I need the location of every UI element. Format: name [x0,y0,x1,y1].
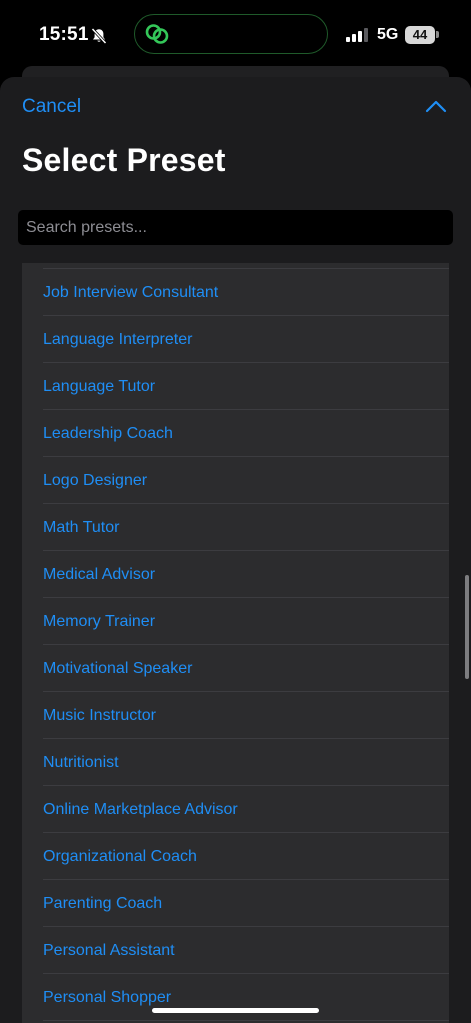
preset-label: Motivational Speaker [43,660,193,677]
list-item[interactable]: Personal Assistant [22,927,449,974]
list-item[interactable]: Personal Shopper [22,974,449,1021]
preset-label: Language Interpreter [43,331,193,348]
preset-label: Logo Designer [43,472,148,489]
list-item[interactable]: Leadership Coach [22,410,449,457]
list-item[interactable]: Memory Trainer [22,598,449,645]
list-item[interactable]: Logo Designer [22,457,449,504]
list-item[interactable]: Parenting Coach [22,880,449,927]
list-item[interactable]: Language Tutor [22,363,449,410]
list-item[interactable]: Organizational Coach [22,833,449,880]
list-item[interactable]: Online Marketplace Advisor [22,786,449,833]
preset-label: Math Tutor [43,519,120,536]
preset-items: Job Interview Consultant Language Interp… [22,269,449,1021]
battery-icon: 44 [405,26,435,44]
preset-label: Personal Shopper [43,989,172,1006]
page-title: Select Preset [22,142,226,178]
screen: 15:51 5G 44 Cancel Select Preset Search … [0,0,471,1023]
bell-slash-icon [91,27,107,45]
preset-label: Language Tutor [43,378,156,395]
list-item[interactable]: Music Instructor [22,692,449,739]
battery-tip [436,31,439,38]
preset-label: Memory Trainer [43,613,156,630]
preset-label: Organizational Coach [43,848,197,865]
preset-label: Parenting Coach [43,895,163,912]
home-indicator[interactable] [152,1008,319,1013]
dynamic-island[interactable] [134,14,328,54]
preset-label: Personal Assistant [43,942,175,959]
search-input[interactable] [18,210,453,245]
preset-label: Nutritionist [43,754,119,771]
list-item[interactable]: Job Interview Consultant [22,269,449,316]
cancel-button[interactable]: Cancel [22,96,81,118]
network-label: 5G [377,26,399,43]
preset-list[interactable]: Job Interview Consultant Language Interp… [22,263,449,1023]
list-item[interactable]: Math Tutor [22,504,449,551]
list-item[interactable]: Medical Advisor [22,551,449,598]
preset-label: Online Marketplace Advisor [43,801,238,818]
chat-link-icon [145,24,169,44]
signal-icon [346,28,368,42]
preset-label: Medical Advisor [43,566,156,583]
select-preset-sheet: Cancel Select Preset Job Interview Consu… [0,77,471,1023]
preset-label: Job Interview Consultant [43,284,219,301]
scrollbar[interactable] [465,575,469,679]
status-bar: 15:51 5G 44 [0,0,471,70]
list-item[interactable]: Language Interpreter [22,316,449,363]
list-item[interactable]: Nutritionist [22,739,449,786]
status-time: 15:51 [39,24,89,45]
list-item[interactable]: Motivational Speaker [22,645,449,692]
chevron-up-icon[interactable] [425,99,447,113]
preset-label: Music Instructor [43,707,156,724]
preset-label: Leadership Coach [43,425,173,442]
